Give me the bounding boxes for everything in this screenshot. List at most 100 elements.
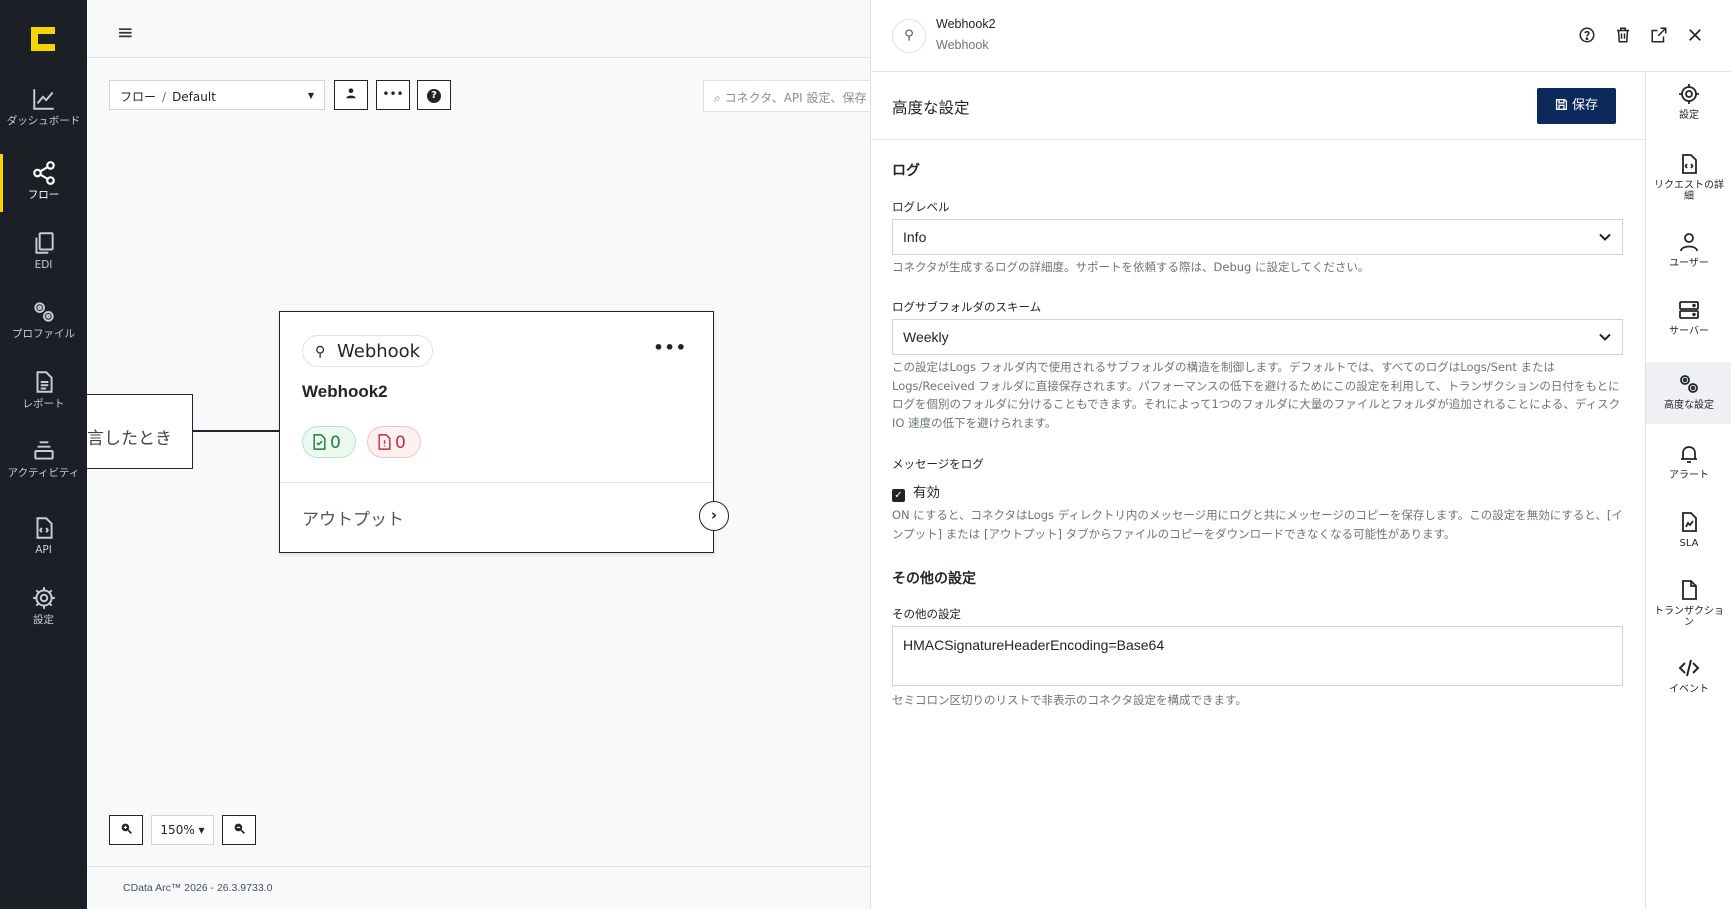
node-divider: [280, 482, 713, 483]
gears-icon: [33, 302, 54, 322]
rail-label: サーバー: [1669, 326, 1709, 337]
nav-label: アクティビティ: [7, 467, 80, 479]
help-icon[interactable]: [1577, 26, 1597, 46]
rail-item-events[interactable]: イベント: [1646, 646, 1731, 708]
search-input[interactable]: ⌕ コネクタ、API 設定、保存: [703, 80, 873, 112]
rail-label: イベント: [1669, 684, 1709, 695]
nav-label: プロファイル: [12, 328, 75, 340]
section-header: 高度な設定 保存: [871, 72, 1645, 140]
other-settings-heading: その他の設定: [892, 571, 976, 587]
save-button[interactable]: 保存: [1537, 88, 1616, 124]
nav-item-api[interactable]: API: [0, 509, 87, 571]
chevron-right-icon[interactable]: ›: [699, 501, 729, 531]
more-button[interactable]: •••: [376, 80, 410, 110]
rail-label: SLA: [1679, 538, 1699, 549]
nav-label: レポート: [22, 398, 65, 410]
rail-item-settings[interactable]: 設定: [1646, 72, 1731, 134]
nav-item-flow[interactable]: フロー: [0, 154, 87, 216]
rail-label: リクエストの詳細: [1654, 180, 1724, 202]
cdata-logo[interactable]: [28, 24, 58, 54]
help-button[interactable]: ?: [417, 80, 451, 110]
flow-canvas[interactable]: ≡ フロー / Default ▼ ••• ? ⌕ コネクタ、API 設定、保存 言…: [87, 0, 873, 909]
panel-header: ⚲ Webhook2 Webhook: [871, 0, 1731, 72]
checkbox-checked-icon[interactable]: ✓: [892, 489, 905, 502]
nav-item-dashboard[interactable]: ダッシュボード: [0, 80, 87, 142]
zoom-level-select[interactable]: 150% ▾: [151, 815, 214, 845]
top-bar: ≡: [87, 0, 870, 58]
hamburger-menu-icon[interactable]: ≡: [117, 20, 134, 44]
nav-label: フロー: [27, 189, 60, 201]
error-count-badge[interactable]: 0: [367, 426, 421, 458]
file-icon: [1682, 580, 1697, 600]
node-title: Webhook2: [302, 382, 388, 401]
other-settings-textarea[interactable]: HMACSignatureHeaderEncoding=Base64: [892, 626, 1623, 686]
nav-item-activity[interactable]: アクティビティ: [0, 432, 87, 494]
node-more-button[interactable]: •••: [653, 338, 687, 357]
trigger-node[interactable]: 言したとき: [87, 394, 193, 469]
api-file-icon: [36, 517, 53, 539]
rail-item-request-details[interactable]: リクエストの詳細: [1646, 142, 1731, 204]
rail-item-users[interactable]: ユーザー: [1646, 220, 1731, 282]
file-error-icon: [378, 434, 391, 450]
connector-panel: ⚲ Webhook2 Webhook 高度な設定 保存 ログ ログレベル Inf…: [870, 0, 1731, 909]
rail-item-alerts[interactable]: アラート: [1646, 432, 1731, 494]
rail-label: アラート: [1669, 470, 1709, 481]
success-count-badge[interactable]: 0: [302, 426, 356, 458]
workspace-name: Default: [172, 90, 216, 104]
subfolder-scheme-value: Weekly: [903, 329, 949, 345]
code-icon: [1678, 659, 1700, 677]
log-level-select[interactable]: Info: [892, 219, 1623, 255]
share-nodes-icon: [32, 161, 55, 185]
file-check-icon: [313, 434, 326, 450]
nav-label: 設定: [33, 614, 54, 626]
webhook-node[interactable]: ⚲ Webhook ••• Webhook2 0 0 アウトプット ›: [279, 311, 729, 553]
log-level-value: Info: [903, 229, 927, 245]
user-button[interactable]: [334, 80, 368, 110]
version-text: CData Arc™ 2026 - 26.3.9733.0: [123, 882, 273, 894]
nav-label: ダッシュボード: [6, 115, 81, 127]
gears-icon: [1680, 375, 1698, 393]
zoom-out-icon: [234, 823, 245, 834]
caret-down-icon: ▼: [307, 91, 314, 100]
nav-item-edi[interactable]: EDI: [0, 224, 87, 286]
subfolder-scheme-label: ログサブフォルダのスキーム: [892, 300, 1042, 314]
left-navigation: ダッシュボード フロー EDI プロファイル レポート アクティビティ API …: [0, 0, 87, 909]
zoom-level: 150%: [160, 823, 195, 837]
zoom-in-button[interactable]: [109, 815, 143, 845]
nav-item-report[interactable]: レポート: [0, 363, 87, 425]
sla-file-icon: [1682, 512, 1697, 532]
section-title: 高度な設定: [892, 99, 970, 117]
log-level-hint: コネクタが生成するログの詳細度。サポートを依頼する際は、Debug に設定してく…: [892, 260, 1370, 274]
report-icon: [36, 371, 53, 393]
subfolder-scheme-hint: この設定はLogs フォルダ内で使用されるサブフォルダの構造を制御します。デフォ…: [892, 360, 1621, 430]
workspace-select[interactable]: フロー / Default ▼: [109, 80, 325, 110]
chevron-down-icon: [1599, 233, 1611, 241]
node-connector-tag: ⚲ Webhook: [302, 335, 434, 367]
node-tag-label: Webhook: [337, 341, 421, 362]
breadcrumb-separator: /: [162, 90, 167, 104]
subfolder-scheme-select[interactable]: Weekly: [892, 319, 1623, 355]
log-messages-checkbox[interactable]: ✓ 有効: [892, 481, 940, 502]
gear-icon: [32, 587, 55, 609]
rail-item-server[interactable]: サーバー: [1646, 288, 1731, 350]
error-count: 0: [395, 433, 406, 453]
layers-icon: [33, 441, 54, 460]
nav-item-settings[interactable]: 設定: [0, 579, 87, 641]
code-file-icon: [1682, 154, 1697, 174]
rail-item-advanced-settings[interactable]: 高度な設定: [1646, 362, 1731, 424]
close-icon[interactable]: [1685, 26, 1705, 46]
external-link-icon[interactable]: [1649, 26, 1669, 46]
rail-item-transactions[interactable]: トランザクション: [1646, 568, 1731, 630]
search-icon: ⌕: [714, 91, 721, 105]
nav-item-profile[interactable]: プロファイル: [0, 293, 87, 355]
nav-label: API: [35, 544, 52, 556]
rail-label: ユーザー: [1669, 258, 1709, 269]
zoom-out-button[interactable]: [222, 815, 256, 845]
trash-icon[interactable]: [1613, 26, 1633, 46]
webhook-icon: ⚲: [315, 344, 326, 360]
other-settings-hint: セミコロン区切りのリストで非表示のコネクタ設定を構成できます。: [892, 693, 1247, 707]
help-icon: ?: [427, 89, 441, 103]
rail-label: トランザクション: [1654, 606, 1724, 628]
rail-label: 高度な設定: [1664, 400, 1714, 411]
rail-item-sla[interactable]: SLA: [1646, 500, 1731, 562]
